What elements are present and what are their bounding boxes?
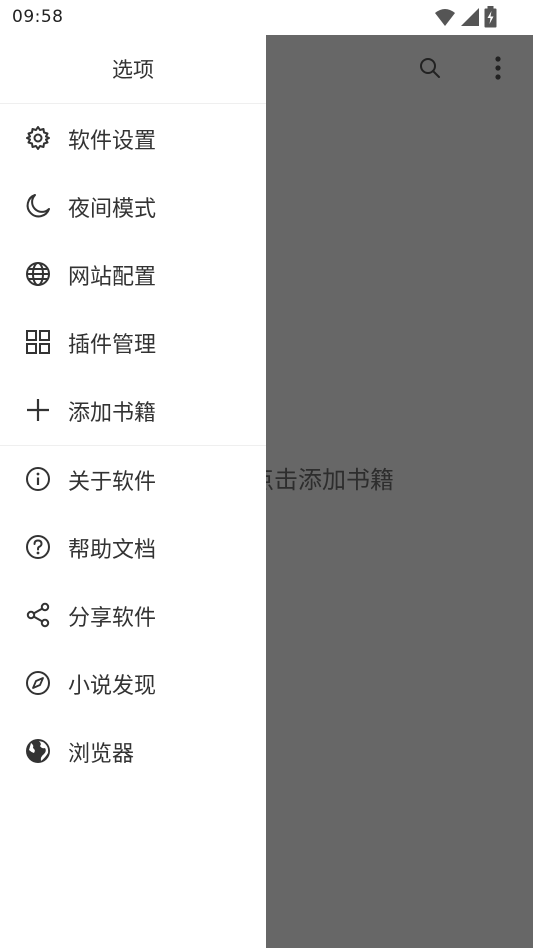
more-vert-icon: [495, 56, 501, 84]
status-bar: 09:58: [0, 0, 533, 35]
more-options-button[interactable]: [478, 50, 518, 90]
drawer-item-label: 分享软件: [68, 606, 157, 631]
drawer-item-plugins[interactable]: 插件管理: [0, 308, 266, 376]
drawer-item-discover[interactable]: 小说发现: [0, 649, 266, 717]
drawer-item-label: 帮助文档: [68, 538, 157, 563]
navigation-drawer: 选项 软件设置 夜间模式 网站配置 插件管理 添加书籍 关于软件 帮助文档 分享…: [0, 35, 266, 948]
drawer-item-add-book[interactable]: 添加书籍: [0, 376, 266, 444]
drawer-item-help[interactable]: 帮助文档: [0, 513, 266, 581]
info-icon: [25, 466, 51, 492]
drawer-item-settings[interactable]: 软件设置: [0, 104, 266, 172]
help-icon: [25, 534, 51, 560]
drawer-item-label: 夜间模式: [68, 197, 157, 222]
search-button[interactable]: [410, 50, 450, 90]
drawer-item-night-mode[interactable]: 夜间模式: [0, 172, 266, 240]
drawer-title: 选项: [112, 58, 154, 82]
compass-icon: [25, 670, 51, 696]
gear-icon: [25, 125, 51, 151]
globe-icon: [25, 261, 51, 287]
drawer-item-about[interactable]: 关于软件: [0, 445, 266, 513]
search-icon: [419, 57, 441, 83]
drawer-item-label: 软件设置: [68, 129, 157, 154]
drawer-item-label: 插件管理: [68, 333, 157, 358]
moon-icon: [25, 193, 51, 219]
drawer-item-label: 网站配置: [68, 265, 157, 290]
share-icon: [25, 602, 51, 628]
earth-icon: [25, 738, 51, 764]
plus-icon: [25, 397, 51, 423]
status-time: 09:58: [12, 7, 64, 27]
empty-hint[interactable]: 点击添加书籍: [250, 460, 394, 495]
drawer-item-label: 关于软件: [68, 470, 157, 495]
cell-signal-icon: [460, 7, 480, 31]
status-icons: [434, 6, 497, 32]
drawer-item-share[interactable]: 分享软件: [0, 581, 266, 649]
drawer-item-label: 小说发现: [68, 674, 157, 699]
drawer-item-site-config[interactable]: 网站配置: [0, 240, 266, 308]
drawer-item-label: 添加书籍: [68, 401, 157, 426]
wifi-icon: [434, 7, 456, 31]
grid-icon: [25, 329, 51, 355]
battery-charging-icon: [484, 6, 497, 32]
drawer-item-browser[interactable]: 浏览器: [0, 717, 266, 785]
drawer-item-label: 浏览器: [68, 742, 135, 767]
